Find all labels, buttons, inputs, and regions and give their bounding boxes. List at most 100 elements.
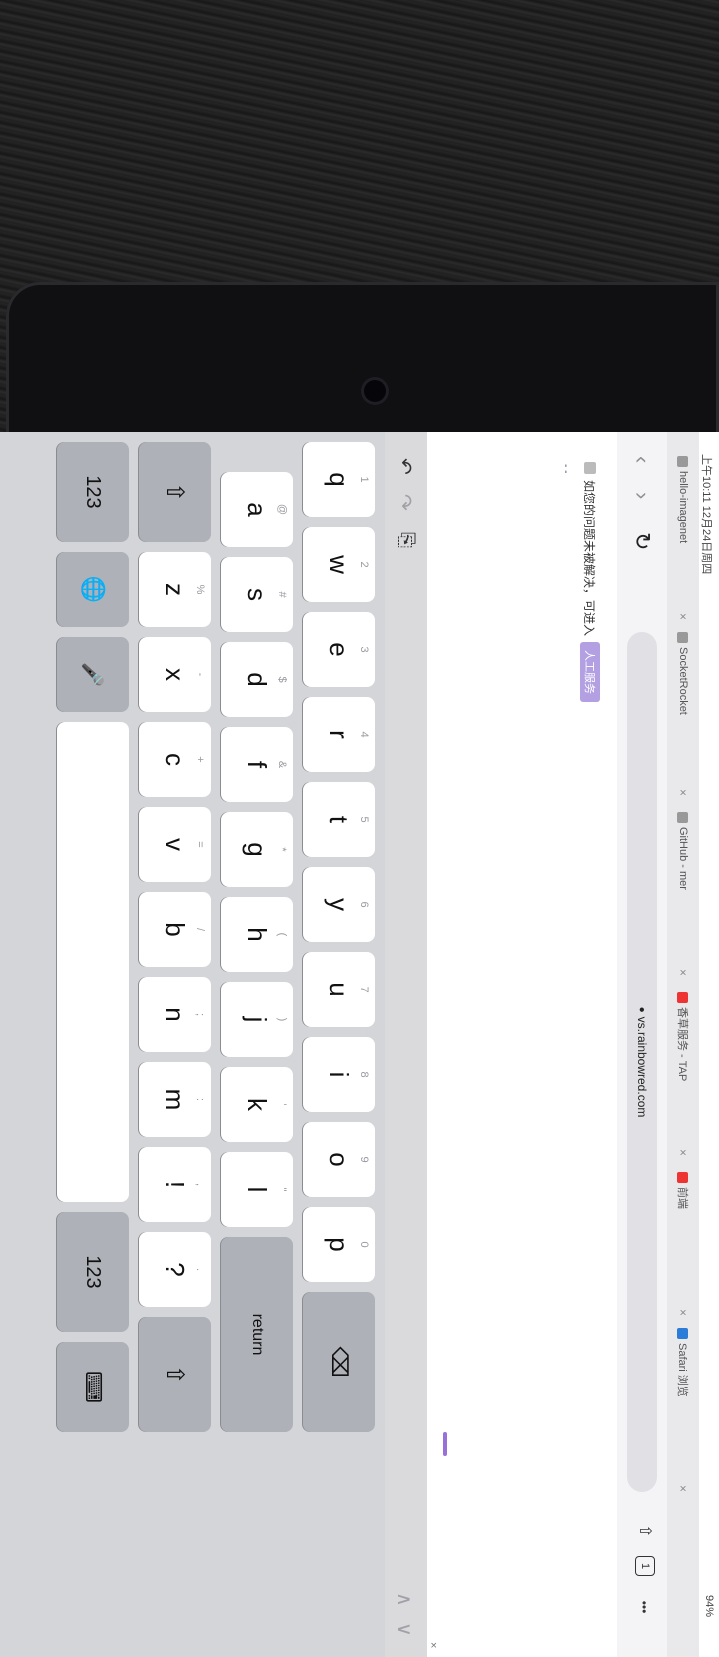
key-f[interactable]: & f (221, 727, 293, 802)
blue-favicon-icon (677, 1328, 689, 1339)
front-camera (364, 380, 386, 402)
shift-icon: ⇧ (161, 1364, 189, 1385)
hide-keyboard-key[interactable]: ⌨ (57, 1342, 129, 1432)
key-e[interactable]: 3e (303, 612, 375, 687)
key-u[interactable]: 7u (303, 952, 375, 1027)
tab-socketrocket[interactable]: SocketRocket × (671, 632, 695, 802)
github-icon (677, 812, 689, 823)
help-notice: 如您的问题未被解决，可进入 人工服务 (579, 462, 601, 703)
key-a[interactable]: @ a (221, 472, 293, 547)
key-n[interactable]: ; n (139, 977, 211, 1052)
keyboard-shortcut-bar: ↶ ↷ ⎘ ∧ ∨ (385, 432, 427, 1657)
space-bar[interactable] (57, 722, 129, 1202)
key-b[interactable]: / b (139, 892, 211, 967)
key-y[interactable]: 6y (303, 867, 375, 942)
key-x[interactable]: -x (139, 637, 211, 712)
key-z[interactable]: % z (139, 552, 211, 627)
key-v[interactable]: = v (139, 807, 211, 882)
next-field-icon[interactable]: ∨ (392, 1622, 417, 1637)
tab-label: 前端 (676, 1187, 688, 1209)
key-h[interactable]: (h (221, 897, 293, 972)
status-bar: 上午10:11 12月24日周四 94% (699, 432, 719, 1657)
send-progress-bar (443, 1432, 447, 1456)
reload-button[interactable]: ↻ (629, 532, 655, 550)
return-key[interactable]: return (221, 1237, 293, 1432)
key-g[interactable]: * g (221, 812, 293, 887)
chat-icon (584, 462, 596, 474)
microphone-icon: 🎤 (81, 662, 104, 687)
globe-icon (677, 632, 689, 643)
shift-icon: ⇧ (161, 481, 189, 503)
redo-icon[interactable]: ↷ (392, 494, 417, 511)
tab-service[interactable]: 香草服务 - TAP × (671, 992, 695, 1162)
web-content: 如您的问题未被解决，可进入 人工服务 - - × (427, 432, 617, 1657)
key-c[interactable]: + c (139, 722, 211, 797)
close-tab-icon[interactable]: × (676, 789, 690, 796)
tabs-overview-icon[interactable]: 1 (635, 1556, 655, 1576)
key-i[interactable]: 8i (303, 1037, 375, 1112)
close-tab-icon[interactable]: × (676, 1485, 690, 1492)
typing-indicator: - - (560, 464, 571, 474)
undo-icon[interactable]: ↶ (392, 458, 417, 475)
key-r[interactable]: 4r (303, 697, 375, 772)
close-tab-icon[interactable]: × (676, 969, 690, 976)
tab-github[interactable]: GitHub - mer × (671, 812, 695, 982)
tab-frontend[interactable]: 前端 × (671, 1172, 695, 1322)
key-p[interactable]: 0p (303, 1207, 375, 1282)
tab-label: 香草服务 - TAP (676, 1007, 688, 1082)
microphone-key[interactable]: 🎤 (57, 637, 129, 712)
key-q[interactable]: 1q (303, 442, 375, 517)
screen: 上午10:11 12月24日周四 94% hello-imagenet × So… (0, 432, 719, 1657)
share-icon[interactable]: ⇧ (633, 1520, 655, 1542)
delete-icon: ⌫ (327, 1346, 352, 1378)
numbers-left-key[interactable]: 123 (57, 442, 129, 542)
numbers-right-key[interactable]: 123 (57, 1212, 129, 1332)
human-service-button[interactable]: 人工服务 (580, 642, 600, 703)
key-o[interactable]: 9o (303, 1122, 375, 1197)
globe-icon (677, 456, 689, 467)
close-tab-icon[interactable]: × (676, 1149, 690, 1156)
red-favicon-icon (677, 992, 689, 1003)
key-question[interactable]: .? (139, 1232, 211, 1307)
more-options-button[interactable]: ••• (633, 1596, 655, 1618)
address-bar[interactable]: ● vs.rainbowred.com (627, 632, 657, 1492)
paste-icon[interactable]: ⎘ (394, 532, 417, 548)
landscape-content: 上午10:11 12月24日周四 94% hello-imagenet × So… (0, 432, 719, 1657)
keyboard-icon: ⌨ (81, 1371, 106, 1403)
key-exclamation[interactable]: ,! (139, 1147, 211, 1222)
tab-safari[interactable]: Safari 浏览 × (671, 1328, 695, 1498)
key-d[interactable]: $ d (221, 642, 293, 717)
tab-label: GitHub - mer (677, 827, 689, 890)
close-tab-icon[interactable]: × (676, 1309, 690, 1316)
forward-button[interactable]: › (629, 492, 655, 499)
delete-key[interactable]: ⌫ (303, 1292, 375, 1432)
key-w[interactable]: 2w (303, 527, 375, 602)
back-button[interactable]: ‹ (629, 456, 655, 463)
lock-icon: ● (636, 1006, 648, 1013)
red-favicon-icon (677, 1172, 689, 1183)
key-l[interactable]: " l (221, 1152, 293, 1227)
key-j[interactable]: ) j (221, 982, 293, 1057)
key-k[interactable]: ' k (221, 1067, 293, 1142)
globe-icon: 🌐 (81, 575, 106, 604)
battery-indicator: 94% (703, 1594, 715, 1617)
tab-label: hello-imagenet (677, 471, 689, 544)
tab-bar: hello-imagenet × SocketRocket × GitHub -… (666, 432, 699, 1657)
previous-field-icon[interactable]: ∧ (392, 1592, 417, 1607)
status-time: 上午10:11 12月24日周四 (700, 454, 712, 575)
tab-label: SocketRocket (677, 647, 689, 715)
close-tab-icon[interactable]: × (676, 613, 690, 620)
key-t[interactable]: 5t (303, 782, 375, 857)
url-text: vs.rainbowred.com (635, 1016, 649, 1118)
key-s[interactable]: # s (221, 557, 293, 632)
close-panel-icon[interactable]: × (427, 1642, 439, 1648)
shift-right-key[interactable]: ⇧ (139, 1317, 211, 1432)
onscreen-keyboard: 1q 2w 3e 4r 5t 6y 7u 8i 9o 0p ⌫ @ a # s $ d… (0, 432, 385, 1657)
shift-left-key[interactable]: ⇧ (139, 442, 211, 542)
globe-key[interactable]: 🌐 (57, 552, 129, 627)
key-m[interactable]: :m (139, 1062, 211, 1137)
notice-text: 如您的问题未被解决，可进入 (582, 480, 597, 637)
browser-toolbar: ‹ › ↻ ● vs.rainbowred.com ⇧ 1 ••• (616, 432, 667, 1657)
tab-label: Safari 浏览 (676, 1343, 688, 1397)
tab-hello-imagenet[interactable]: hello-imagenet × (671, 456, 695, 626)
